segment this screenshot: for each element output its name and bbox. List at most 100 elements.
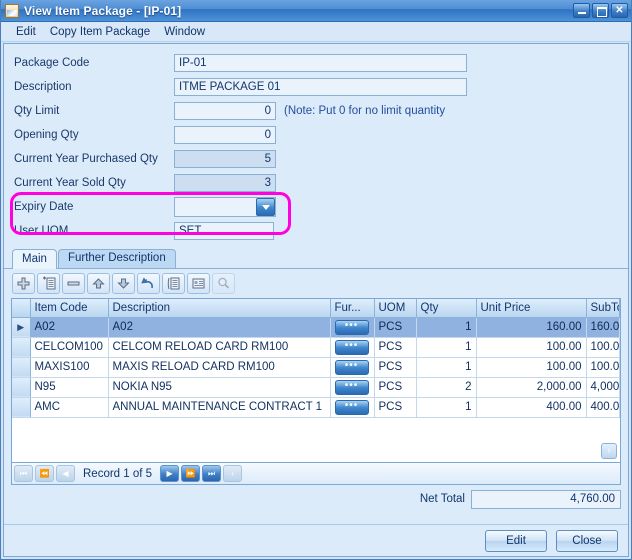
maximize-icon[interactable] [592,3,609,18]
cell-uom[interactable]: PCS [374,317,417,338]
user-uom-input[interactable] [174,222,274,240]
column-header-item-code[interactable]: Item Code [30,299,109,318]
table-row[interactable]: CELCOM100 CELCOM RELOAD CARD RM100 ••• P… [12,337,620,358]
move-up-button[interactable] [87,273,110,294]
cell-qty[interactable]: 1 [416,317,477,338]
table-row[interactable]: N95 NOKIA N95 ••• PCS 2 2,000.00 4,000.0… [12,377,620,398]
cell-description[interactable]: A02 [108,317,331,338]
move-down-button[interactable] [112,273,135,294]
cell-item-code[interactable]: A02 [30,317,109,338]
further-description-button[interactable]: ••• [334,400,369,415]
row-indicator [12,337,31,358]
field-row-package-code: Package Code [4,52,628,74]
further-description-button[interactable]: ••• [334,380,369,395]
cell-item-code[interactable]: AMC [30,397,109,418]
cell-unit-price[interactable]: 400.00 [476,397,587,418]
cell-item-code[interactable]: MAXIS100 [30,357,109,378]
description-label: Description [14,81,72,93]
client-area: Package Code Description Qty Limit (Note… [3,43,629,557]
scroll-right-button[interactable]: › [601,443,617,459]
column-header-uom[interactable]: UOM [374,299,417,318]
field-row-opening-qty: Opening Qty [4,124,628,146]
description-input[interactable] [174,78,467,96]
cell-subtotal[interactable]: 400.00 [586,397,620,418]
cell-unit-price[interactable]: 100.00 [476,337,587,358]
field-row-current-year-purchased-qty: Current Year Purchased Qty [4,148,628,170]
field-row-current-year-sold-qty: Current Year Sold Qty [4,172,628,194]
delete-record-button[interactable] [62,273,85,294]
cell-subtotal[interactable]: 100.00 [586,357,620,378]
cell-unit-price[interactable]: 160.00 [476,317,587,338]
column-header-unit-price[interactable]: Unit Price [476,299,587,318]
cell-qty[interactable]: 1 [416,357,477,378]
column-header-description[interactable]: Description [108,299,331,318]
insert-record-button[interactable] [37,273,60,294]
items-grid[interactable]: Item Code Description Fur... UOM Qty Uni… [11,298,621,463]
cell-unit-price[interactable]: 2,000.00 [476,377,587,398]
minimize-icon[interactable] [573,3,590,18]
nav-next-button[interactable]: ▶ [160,465,180,482]
current-year-sold-qty-input [174,174,276,192]
further-description-button[interactable]: ••• [334,360,369,375]
add-record-button[interactable] [12,273,35,294]
edit-button[interactable]: Edit [485,529,547,552]
dialog-footer: Edit Close [4,524,628,556]
column-header-further[interactable]: Fur... [330,299,375,318]
cell-subtotal[interactable]: 160.00 [586,317,620,338]
application-window: View Item Package - [IP-01] ✕ Edit Copy … [0,0,632,560]
cell-subtotal[interactable]: 4,000.00 [586,377,620,398]
column-header-qty[interactable]: Qty [416,299,477,318]
cell-uom[interactable]: PCS [374,357,417,378]
cell-uom[interactable]: PCS [374,337,417,358]
cell-description[interactable]: NOKIA N95 [108,377,331,398]
window-controls: ✕ [573,3,628,18]
column-header-subtotal[interactable]: SubTotal [586,299,620,318]
opening-qty-input[interactable] [174,126,276,144]
list-view-button[interactable] [162,273,185,294]
undo-button[interactable] [137,273,160,294]
net-total-row: Net Total [11,488,621,510]
close-button[interactable]: Close [556,529,618,552]
menu-item-edit[interactable]: Edit [9,24,43,40]
qty-limit-input[interactable] [174,102,276,120]
cell-unit-price[interactable]: 100.00 [476,357,587,378]
nav-last-button[interactable]: ⏭ [202,465,222,482]
cell-further: ••• [330,397,375,418]
record-counter-label: Record 1 of 5 [83,467,153,480]
table-header-row: Item Code Description Fur... UOM Qty Uni… [12,299,620,318]
cell-uom[interactable]: PCS [374,377,417,398]
cell-qty[interactable]: 2 [416,377,477,398]
tab-further-description[interactable]: Further Description [57,249,176,268]
opening-qty-label: Opening Qty [14,129,79,141]
cell-further: ••• [330,357,375,378]
menu-item-copy-item-package[interactable]: Copy Item Package [43,24,157,40]
further-description-button[interactable]: ••• [334,320,369,335]
table-row[interactable]: AMC ANNUAL MAINTENANCE CONTRACT 1 ••• PC… [12,397,620,418]
cell-subtotal[interactable]: 100.00 [586,337,620,358]
cell-uom[interactable]: PCS [374,397,417,418]
cell-item-code[interactable]: CELCOM100 [30,337,109,358]
expiry-date-combo[interactable] [174,197,276,217]
user-uom-label: User UOM [14,225,69,237]
tab-main[interactable]: Main [12,249,57,269]
cell-description[interactable]: ANNUAL MAINTENANCE CONTRACT 1 [108,397,331,418]
window-title: View Item Package - [IP-01] [24,3,182,18]
cell-description[interactable]: MAXIS RELOAD CARD RM100 [108,357,331,378]
table-row[interactable]: ▶ A02 A02 ••• PCS 1 160.00 160.00 [12,317,620,338]
cell-item-code[interactable]: N95 [30,377,109,398]
cell-qty[interactable]: 1 [416,397,477,418]
field-row-description: Description [4,76,628,98]
table-row[interactable]: MAXIS100 MAXIS RELOAD CARD RM100 ••• PCS… [12,357,620,378]
detail-view-button[interactable] [187,273,210,294]
nav-next-page-button[interactable]: ⏩ [181,465,201,482]
chevron-down-icon[interactable] [256,198,275,216]
close-icon[interactable]: ✕ [611,3,628,18]
further-description-button[interactable]: ••• [334,340,369,355]
nav-prev-page-button: ⏪ [35,465,54,482]
package-code-input[interactable] [174,54,467,72]
package-form: Package Code Description Qty Limit (Note… [4,44,628,248]
menu-item-window[interactable]: Window [157,24,212,40]
cell-qty[interactable]: 1 [416,337,477,358]
current-year-purchased-qty-input [174,150,276,168]
cell-description[interactable]: CELCOM RELOAD CARD RM100 [108,337,331,358]
